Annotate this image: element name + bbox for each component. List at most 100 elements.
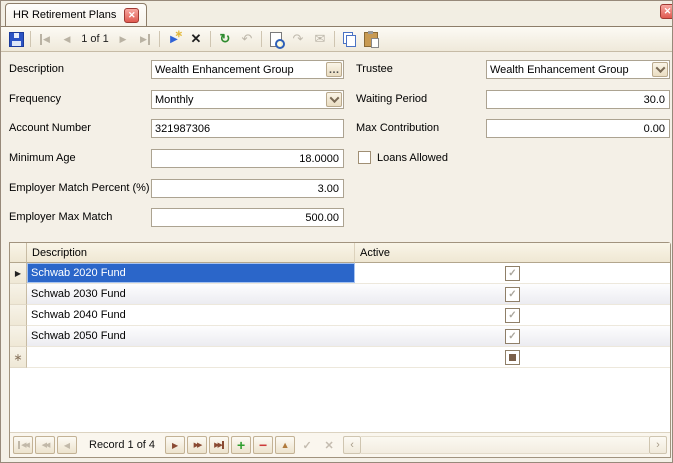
active-cell: ✓	[355, 305, 670, 326]
save-button[interactable]	[5, 29, 27, 50]
new-record-button[interactable]: ▶∗	[163, 29, 185, 50]
document-close-icon[interactable]: ✕	[660, 4, 673, 19]
copy-icon	[343, 32, 356, 46]
trustee-dropdown-button[interactable]	[652, 62, 668, 77]
description-label: Description	[9, 63, 64, 75]
current-row-indicator: ▶	[10, 263, 27, 284]
edit-triangle-icon: ▲	[281, 440, 290, 450]
last-record-icon: ▶	[140, 34, 150, 45]
account-number-label: Account Number	[9, 122, 91, 134]
description-cell[interactable]: Schwab 2050 Fund	[27, 326, 355, 347]
loans-allowed-checkbox[interactable]	[358, 151, 371, 164]
description-ellipsis-button[interactable]: …	[326, 62, 342, 77]
print-preview-button[interactable]	[265, 29, 287, 50]
active-cell: ✓	[355, 326, 670, 347]
trustee-input[interactable]	[487, 61, 651, 78]
trustee-field	[486, 60, 670, 79]
minus-icon: −	[259, 440, 267, 450]
account-number-field	[151, 119, 344, 138]
next-record-button[interactable]: ▶	[112, 29, 134, 50]
grid-header-row: Description Active	[10, 243, 670, 263]
employer-max-match-input[interactable]	[152, 209, 343, 226]
nav-prev-page-button[interactable]: ◀◀	[35, 436, 55, 454]
tab-close-icon[interactable]: ✕	[124, 8, 139, 23]
description-cell[interactable]: Schwab 2020 Fund	[27, 263, 355, 284]
scroll-left-button[interactable]: ‹	[343, 436, 361, 454]
horizontal-scrollbar[interactable]: ‹ ›	[343, 436, 667, 454]
table-row[interactable]: ▶Schwab 2020 Fund ✓	[10, 263, 670, 284]
description-input[interactable]	[152, 61, 325, 78]
minimum-age-label: Minimum Age	[9, 152, 76, 164]
grid-empty-area	[10, 368, 670, 432]
nav-last-button[interactable]: ▶▶	[209, 436, 229, 454]
paste-button[interactable]	[360, 29, 382, 50]
nav-delete-button[interactable]: −	[253, 436, 273, 454]
frequency-dropdown-button[interactable]	[326, 92, 342, 107]
active-cell	[355, 347, 670, 368]
max-contribution-field	[486, 119, 670, 138]
description-cell[interactable]	[27, 347, 355, 368]
employer-match-percent-input[interactable]	[152, 180, 343, 197]
active-checkbox[interactable]: ✓	[505, 266, 520, 281]
main-toolbar: ◀ ◀ 1 of 1 ▶ ▶ ▶∗ ✕ ↻ ↶ ↷ ✉	[1, 27, 672, 52]
delete-record-button[interactable]: ✕	[185, 29, 207, 50]
tab-bar: HR Retirement Plans ✕ ✕	[1, 1, 672, 27]
first-record-button[interactable]: ◀	[34, 29, 56, 50]
next-record-icon: ▶	[120, 34, 127, 45]
first-record-icon: ◀	[40, 34, 50, 45]
active-indeterminate-checkbox[interactable]	[505, 350, 520, 365]
frequency-input[interactable]	[152, 91, 325, 108]
nav-cancel-edit-button[interactable]: ✕	[319, 436, 339, 454]
employer-match-percent-field	[151, 179, 344, 198]
table-row[interactable]: Schwab 2050 Fund ✓	[10, 326, 670, 347]
chevron-down-icon	[329, 93, 339, 103]
nav-next-page-button[interactable]: ▶▶	[187, 436, 207, 454]
row-indicator	[10, 305, 27, 326]
email-button[interactable]: ✉	[309, 29, 331, 50]
nav-edit-button[interactable]: ▲	[275, 436, 295, 454]
delete-icon: ✕	[191, 31, 202, 47]
scroll-right-button[interactable]: ›	[649, 436, 667, 454]
description-cell[interactable]: Schwab 2030 Fund	[27, 284, 355, 305]
undo-button[interactable]: ↶	[236, 29, 258, 50]
record-position-indicator: 1 of 1	[78, 33, 112, 45]
description-cell[interactable]: Schwab 2040 Fund	[27, 305, 355, 326]
column-header-active[interactable]: Active	[355, 243, 670, 263]
undo-icon: ↶	[242, 31, 253, 47]
active-checkbox[interactable]: ✓	[505, 308, 520, 323]
nav-first-button[interactable]: ◀◀	[13, 436, 33, 454]
nav-end-edit-button[interactable]: ✓	[297, 436, 317, 454]
max-contribution-input[interactable]	[487, 120, 669, 137]
table-row[interactable]: Schwab 2030 Fund ✓	[10, 284, 670, 305]
minimum-age-input[interactable]	[152, 150, 343, 167]
nav-next-button[interactable]: ▶	[165, 436, 185, 454]
last-record-button[interactable]: ▶	[134, 29, 156, 50]
scrollbar-track[interactable]	[361, 436, 649, 454]
nav-append-button[interactable]: +	[231, 436, 251, 454]
copy-button[interactable]	[338, 29, 360, 50]
nav-prev-button[interactable]: ◀	[57, 436, 77, 454]
print-preview-icon	[270, 32, 282, 47]
max-contribution-label: Max Contribution	[356, 122, 439, 134]
waiting-period-input[interactable]	[487, 91, 669, 108]
toolbar-separator	[210, 31, 211, 47]
scroll-right-icon: ›	[656, 439, 660, 451]
column-header-description[interactable]: Description	[27, 243, 355, 263]
active-checkbox[interactable]: ✓	[505, 329, 520, 344]
employer-match-percent-label: Employer Match Percent (%)	[9, 182, 150, 194]
forward-button[interactable]: ↷	[287, 29, 309, 50]
frequency-field	[151, 90, 344, 109]
grid-new-row[interactable]: ∗	[10, 347, 670, 368]
table-row[interactable]: Schwab 2040 Fund ✓	[10, 305, 670, 326]
active-checkbox[interactable]: ✓	[505, 287, 520, 302]
tab-hr-retirement-plans[interactable]: HR Retirement Plans ✕	[5, 3, 147, 26]
app-window: HR Retirement Plans ✕ ✕ ◀ ◀ 1 of 1 ▶ ▶ ▶…	[0, 0, 673, 463]
paste-icon	[364, 32, 378, 47]
account-number-input[interactable]	[152, 120, 343, 137]
previous-record-button[interactable]: ◀	[56, 29, 78, 50]
refresh-button[interactable]: ↻	[214, 29, 236, 50]
scroll-left-icon: ‹	[350, 439, 354, 451]
chevron-down-icon	[655, 63, 665, 73]
trustee-label: Trustee	[356, 63, 393, 75]
plus-icon: +	[237, 440, 245, 450]
